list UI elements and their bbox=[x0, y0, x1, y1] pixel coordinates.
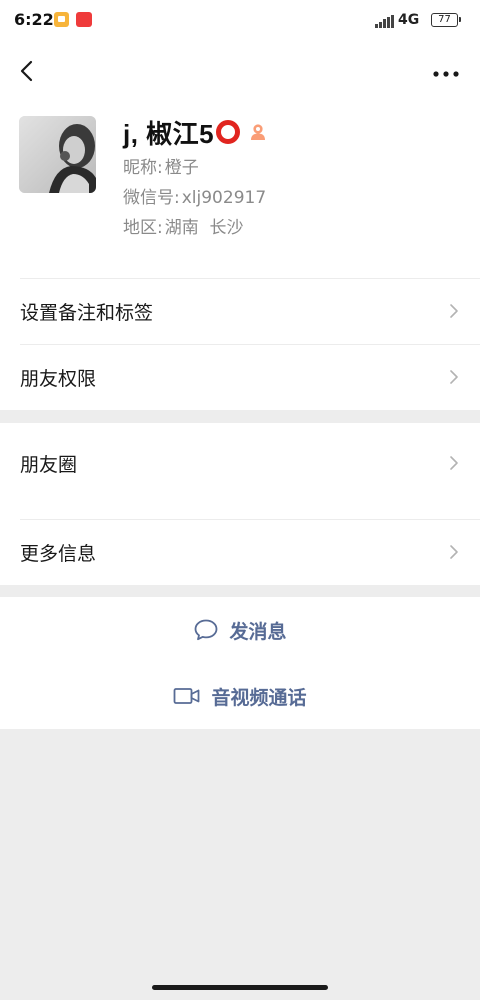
status-bar: 6:22 4G 77 bbox=[0, 0, 480, 42]
profile-card: j, 椒江5 昵称: 橙子 微信号: xlj902917 地区: 湖南 长沙 bbox=[0, 98, 480, 278]
chevron-right-icon bbox=[450, 545, 458, 559]
status-time: 6:22 bbox=[14, 10, 54, 29]
menu-item-label: 设置备注和标签 bbox=[20, 301, 154, 324]
region-label: 地区: bbox=[123, 218, 163, 238]
nickname-label: 昵称: bbox=[123, 158, 163, 178]
wechat-id-value: xlj902917 bbox=[181, 188, 267, 208]
wechat-id-label: 微信号: bbox=[123, 188, 180, 208]
battery-level: 77 bbox=[438, 14, 451, 25]
menu-item-label: 更多信息 bbox=[20, 542, 97, 565]
female-icon bbox=[251, 124, 266, 140]
menu-item-label: 朋友圈 bbox=[20, 453, 78, 476]
menu-item-label: 朋友权限 bbox=[20, 367, 97, 390]
settings-group: 设置备注和标签 朋友权限 bbox=[0, 278, 480, 410]
chevron-right-icon bbox=[450, 304, 458, 318]
send-message-label: 发消息 bbox=[229, 620, 287, 643]
network-label: 4G bbox=[398, 12, 420, 28]
video-camera-icon bbox=[174, 688, 200, 704]
video-call-label: 音视频通话 bbox=[211, 686, 307, 709]
signal-icon bbox=[375, 15, 394, 28]
chat-bubble-icon bbox=[195, 619, 218, 641]
display-name: j, 椒江5 bbox=[123, 118, 215, 149]
notification-icon bbox=[54, 12, 69, 27]
info-group: 朋友圈 更多信息 bbox=[0, 423, 480, 585]
display-name-row: j, 椒江5 bbox=[123, 112, 267, 152]
menu-item-more-info[interactable]: 更多信息 bbox=[0, 519, 480, 585]
nav-bar bbox=[0, 42, 480, 98]
chevron-right-icon bbox=[450, 456, 458, 470]
menu-item-friend-permissions[interactable]: 朋友权限 bbox=[0, 344, 480, 410]
avatar[interactable] bbox=[19, 116, 96, 193]
send-message-button[interactable]: 发消息 bbox=[0, 597, 480, 663]
video-call-button[interactable]: 音视频通话 bbox=[0, 663, 480, 729]
wechat-id-row: 微信号: xlj902917 bbox=[123, 183, 266, 213]
red-circle-emoji bbox=[216, 120, 241, 144]
region-value: 湖南 长沙 bbox=[164, 218, 244, 238]
battery-icon: 77 bbox=[431, 13, 461, 27]
chevron-left-icon[interactable] bbox=[18, 59, 38, 83]
xiaohongshu-icon bbox=[76, 12, 92, 27]
profile-info: 昵称: 橙子 微信号: xlj902917 地区: 湖南 长沙 bbox=[123, 153, 266, 243]
menu-item-moments[interactable]: 朋友圈 bbox=[0, 423, 480, 503]
nickname-value: 橙子 bbox=[164, 158, 199, 178]
actions-group: 发消息 音视频通话 bbox=[0, 597, 480, 729]
menu-item-remark-tags[interactable]: 设置备注和标签 bbox=[0, 278, 480, 344]
nickname-row: 昵称: 橙子 bbox=[123, 153, 266, 183]
region-row: 地区: 湖南 长沙 bbox=[123, 213, 266, 243]
chevron-right-icon bbox=[450, 370, 458, 384]
more-dots-icon[interactable] bbox=[432, 64, 460, 77]
home-indicator[interactable] bbox=[152, 985, 328, 990]
